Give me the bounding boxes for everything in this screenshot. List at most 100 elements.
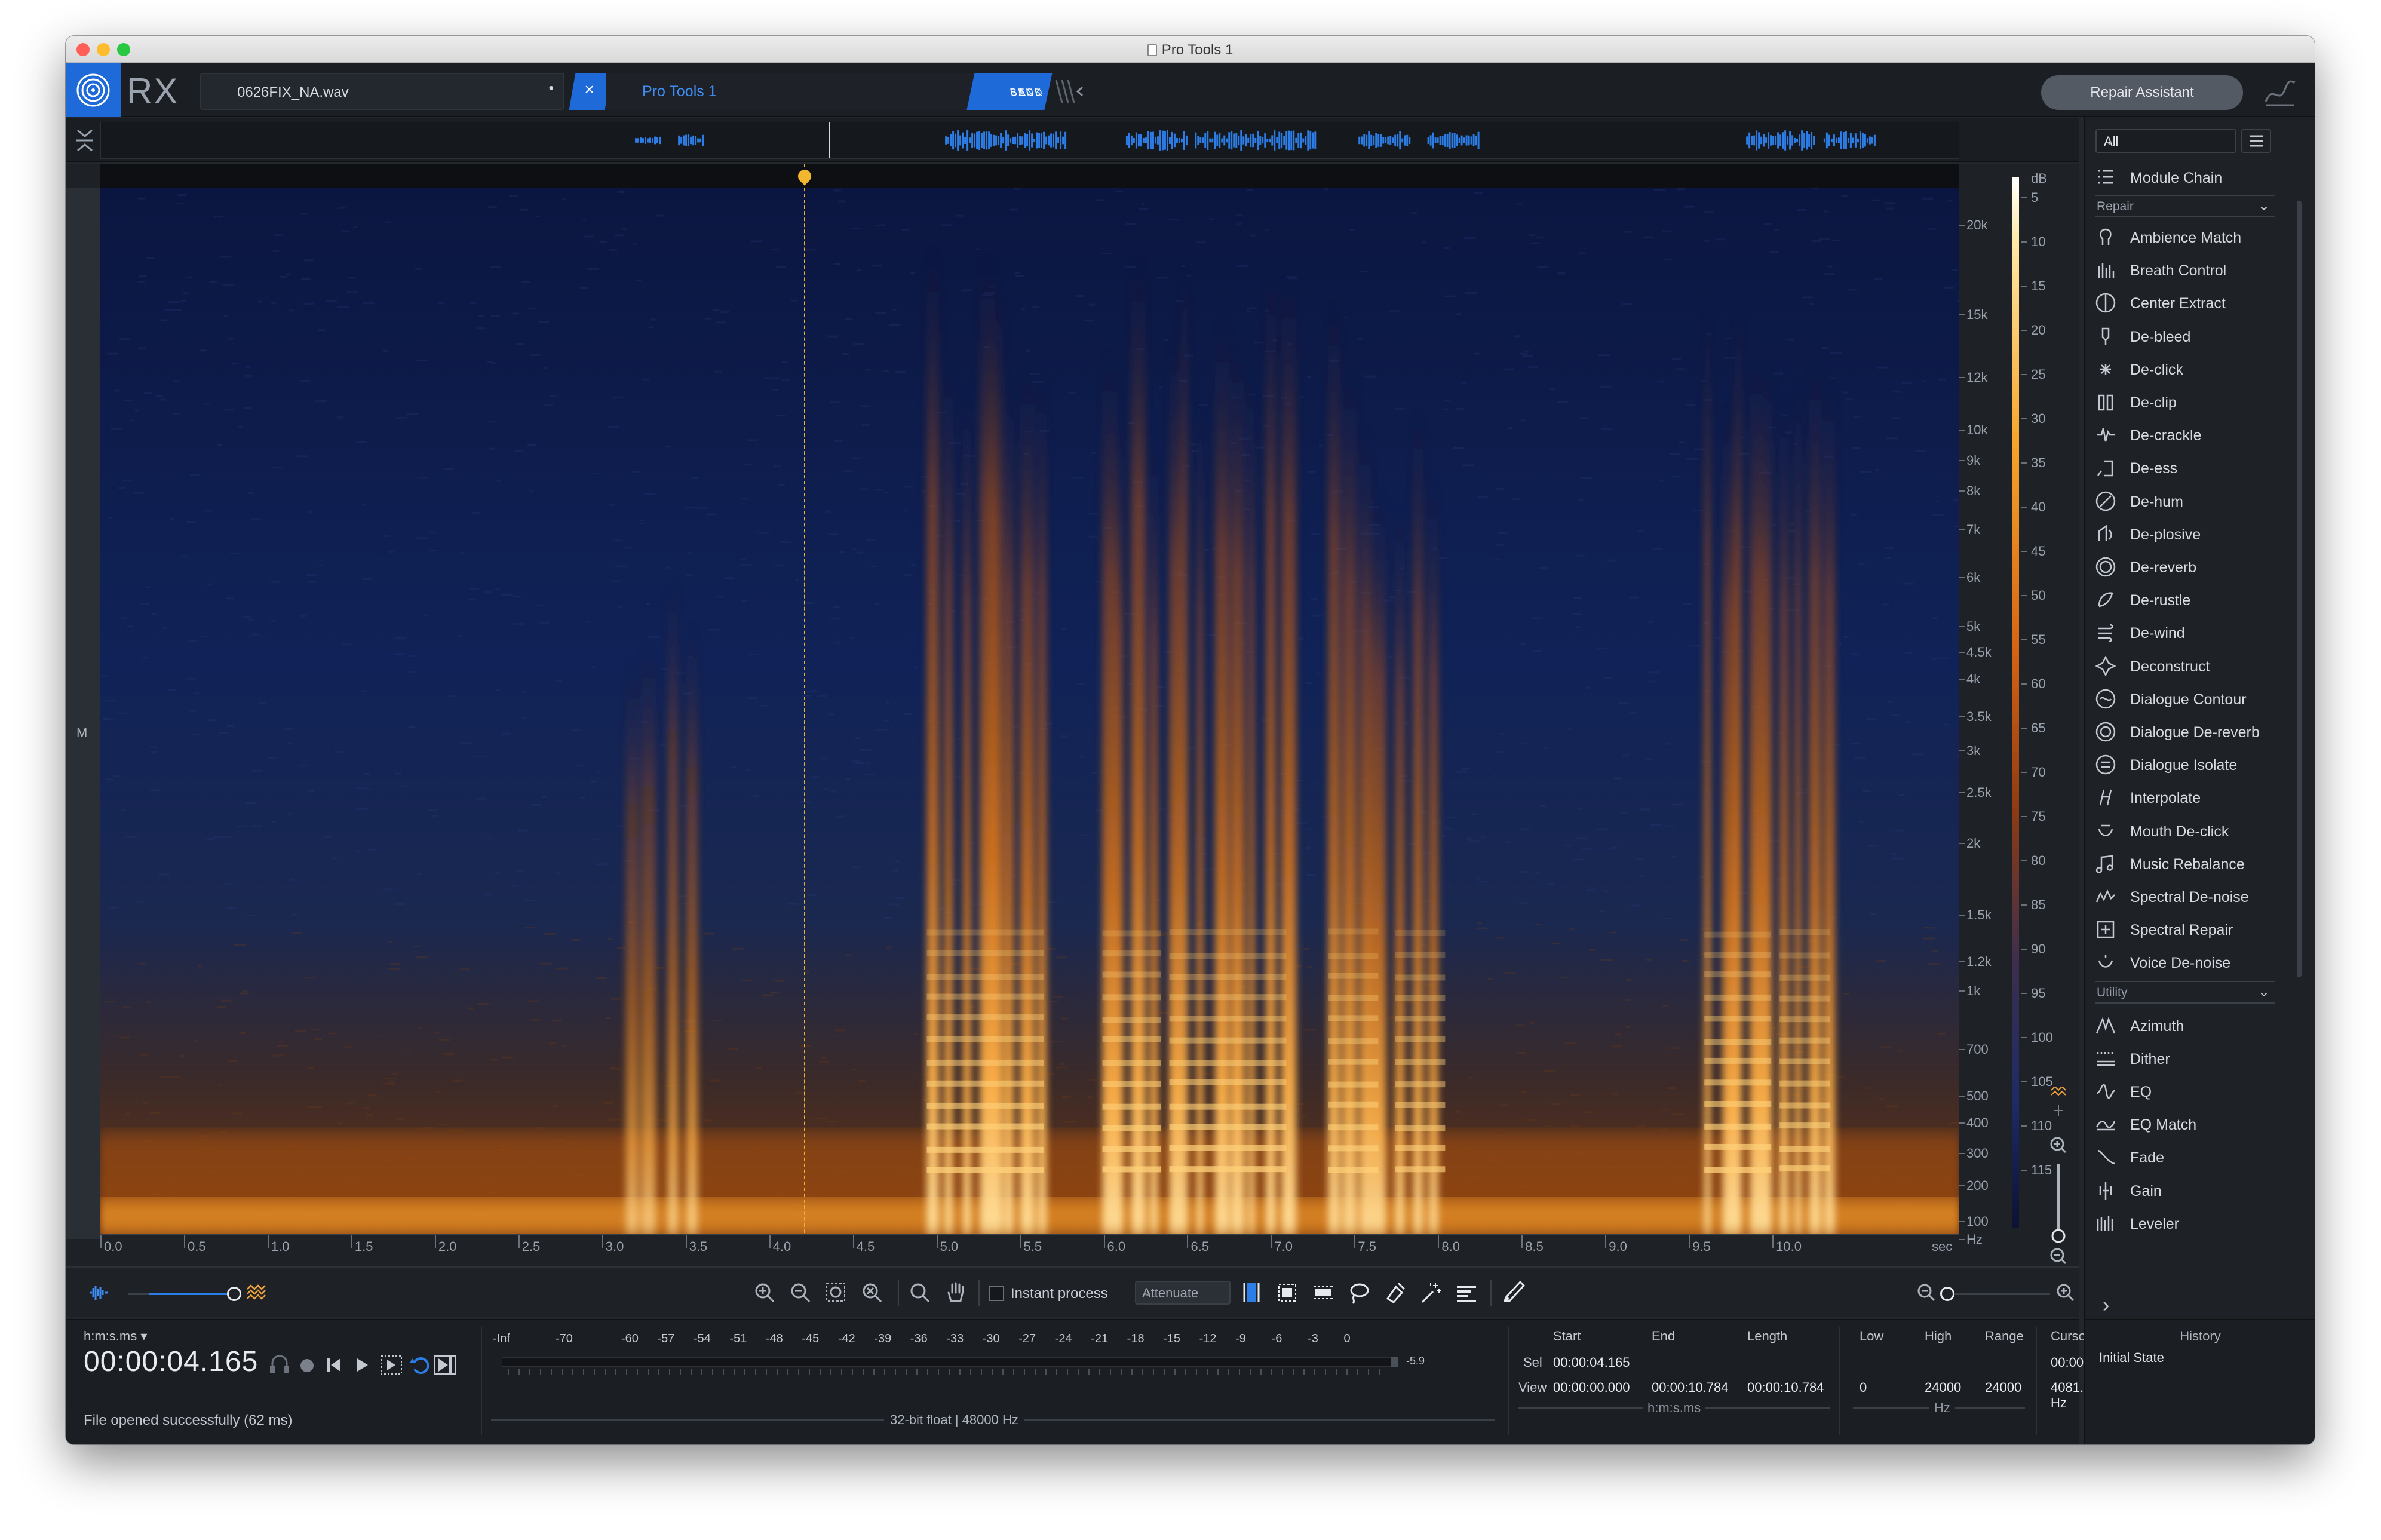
module-filter-select[interactable]: All ⌄ (2095, 129, 2236, 153)
harmonic-select-icon[interactable] (1455, 1281, 1478, 1305)
module-item[interactable]: De-hum (2095, 484, 2287, 517)
play-selection-icon[interactable] (381, 1355, 402, 1375)
module-item[interactable]: Dither (2095, 1041, 2287, 1075)
overview-waveform-display[interactable] (100, 122, 1959, 159)
db-tick (2021, 816, 2027, 817)
time-format-select[interactable]: h:m:s.ms ▾ (84, 1329, 147, 1344)
meter-tick (540, 1369, 541, 1375)
pencil-icon[interactable] (1502, 1281, 1526, 1305)
meter-clip-indicator[interactable] (1391, 1357, 1398, 1367)
vertical-zoom-control[interactable] (2046, 1087, 2070, 1266)
magic-wand-icon[interactable] (1419, 1281, 1443, 1305)
module-item[interactable]: Azimuth (2095, 1008, 2287, 1042)
module-item[interactable]: Center Extract (2095, 286, 2287, 319)
brush-icon[interactable] (1383, 1281, 1407, 1305)
collapse-overview-icon[interactable] (74, 127, 96, 154)
meter-tick (992, 1369, 993, 1375)
monitor-icon[interactable] (270, 1355, 289, 1373)
record-icon[interactable] (300, 1359, 314, 1372)
spectrogram-view[interactable]: M 20k 15k 12k 10k 9k 8k 7k 6k 5k 4.5k 4k 3.5k 3k 2.5k… (66, 164, 2079, 1287)
time-frequency-select-icon[interactable] (1275, 1281, 1299, 1305)
module-item[interactable]: EQ Match (2095, 1107, 2287, 1140)
sel-length-header: Length (1747, 1329, 1788, 1343)
sel-start-value[interactable]: 00:00:04.165 (1553, 1355, 1630, 1370)
history-state-item[interactable]: Initial State (2099, 1350, 2164, 1366)
zoom-out-icon[interactable] (788, 1281, 812, 1305)
play-icon[interactable] (357, 1358, 368, 1372)
repair-section-header[interactable]: Repair ⌄ (2095, 195, 2275, 217)
tab-overflow-icon[interactable] (1051, 78, 1087, 105)
module-item[interactable]: De-click (2095, 352, 2287, 385)
waveform-view-icon[interactable] (87, 1281, 111, 1305)
module-item[interactable]: De-clip (2095, 385, 2287, 418)
module-item[interactable]: Fade (2095, 1140, 2287, 1173)
horizontal-zoom-slider[interactable] (1943, 1293, 2050, 1295)
more-modules-chevron-icon[interactable]: › (2103, 1294, 2109, 1317)
module-item[interactable]: Spectral Repair (2095, 912, 2287, 946)
module-item[interactable]: Spectral De-noise (2095, 879, 2287, 913)
module-item[interactable]: Leveler (2095, 1206, 2287, 1240)
view-low-value[interactable]: 0 (1860, 1380, 1867, 1395)
frequency-select-icon[interactable] (1311, 1281, 1335, 1305)
repair-assistant-button[interactable]: Repair Assistant (2041, 75, 2243, 110)
lasso-icon[interactable] (1347, 1281, 1371, 1305)
horizontal-zoom-in-icon[interactable] (2054, 1281, 2078, 1305)
meter-tick (1228, 1369, 1229, 1375)
module-item[interactable]: De-plosive (2095, 517, 2287, 550)
blend-slider-knob[interactable] (227, 1287, 241, 1301)
freq-tick (1959, 377, 1965, 378)
zoom-in-icon[interactable] (753, 1281, 777, 1305)
instant-process-checkbox[interactable] (989, 1286, 1004, 1301)
loop-icon[interactable] (410, 1357, 429, 1374)
module-item[interactable]: Mouth De-click (2095, 814, 2287, 847)
time-tick (602, 1235, 603, 1248)
module-list-menu-button[interactable] (2241, 129, 2271, 153)
view-high-value[interactable]: 24000 (1925, 1380, 1961, 1395)
module-item[interactable]: Interpolate (2095, 780, 2287, 814)
module-item[interactable]: Dialogue Contour (2095, 682, 2287, 715)
view-start-value[interactable]: 00:00:00.000 (1553, 1380, 1630, 1395)
spectrogram-display[interactable] (100, 188, 1959, 1234)
module-item[interactable]: De-ess (2095, 450, 2287, 484)
module-item[interactable]: Gain (2095, 1173, 2287, 1207)
channel-bar[interactable]: M (66, 188, 100, 1239)
view-length-value[interactable]: 00:00:10.784 (1747, 1380, 1824, 1395)
module-item[interactable]: De-rustle (2095, 582, 2287, 616)
playback-cursor-line[interactable] (803, 164, 805, 1239)
horizontal-zoom-knob[interactable] (1940, 1287, 1954, 1301)
module-item[interactable]: De-reverb (2095, 550, 2287, 583)
module-item[interactable]: De-bleed (2095, 319, 2287, 352)
module-panel-scrollbar[interactable] (2297, 201, 2302, 977)
module-item[interactable]: Dialogue Isolate (2095, 747, 2287, 781)
meter-tick (1282, 1369, 1283, 1375)
module-item[interactable]: Dialogue De-reverb (2095, 714, 2287, 748)
zoom-fit-icon[interactable] (860, 1281, 884, 1305)
horizontal-zoom-out-icon[interactable] (1914, 1281, 1938, 1305)
module-item[interactable]: Ambience Match (2095, 220, 2287, 253)
module-item[interactable]: De-wind (2095, 615, 2287, 649)
waveform-overview[interactable] (66, 118, 2079, 162)
zoom-selection-icon[interactable] (824, 1281, 848, 1305)
view-end-value[interactable]: 00:00:10.784 (1652, 1380, 1728, 1395)
go-to-start-icon[interactable] (327, 1358, 340, 1372)
instant-process-mode-select[interactable]: Attenuate ⌄ (1135, 1281, 1231, 1305)
module-item[interactable]: Music Rebalance (2095, 846, 2287, 880)
module-item[interactable]: EQ (2095, 1074, 2287, 1108)
hand-icon[interactable] (944, 1281, 968, 1305)
spectrogram-view-icon[interactable] (245, 1281, 269, 1305)
utility-section-header[interactable]: Utility ⌄ (2095, 980, 2275, 1004)
send-back-button[interactable]: SEND BACK (966, 73, 1053, 110)
module-item[interactable]: De-crackle (2095, 418, 2287, 451)
module-item[interactable]: Deconstruct (2095, 649, 2287, 682)
tab-close-button[interactable]: × (569, 73, 612, 110)
view-range-value[interactable]: 24000 (1985, 1380, 2021, 1395)
module-item[interactable]: Breath Control (2095, 253, 2287, 286)
tab-file[interactable]: 0626FIX_NA.wav • (200, 73, 564, 110)
go-to-end-icon[interactable] (434, 1355, 456, 1375)
magnify-icon[interactable] (908, 1281, 932, 1305)
time-select-icon[interactable] (1239, 1281, 1263, 1305)
spectrum-analyzer-icon[interactable] (2263, 78, 2297, 108)
playhead-strip[interactable] (100, 164, 1959, 188)
module-item[interactable]: Voice De-noise (2095, 945, 2287, 978)
module-chain-button[interactable]: Module Chain (2095, 160, 2287, 194)
